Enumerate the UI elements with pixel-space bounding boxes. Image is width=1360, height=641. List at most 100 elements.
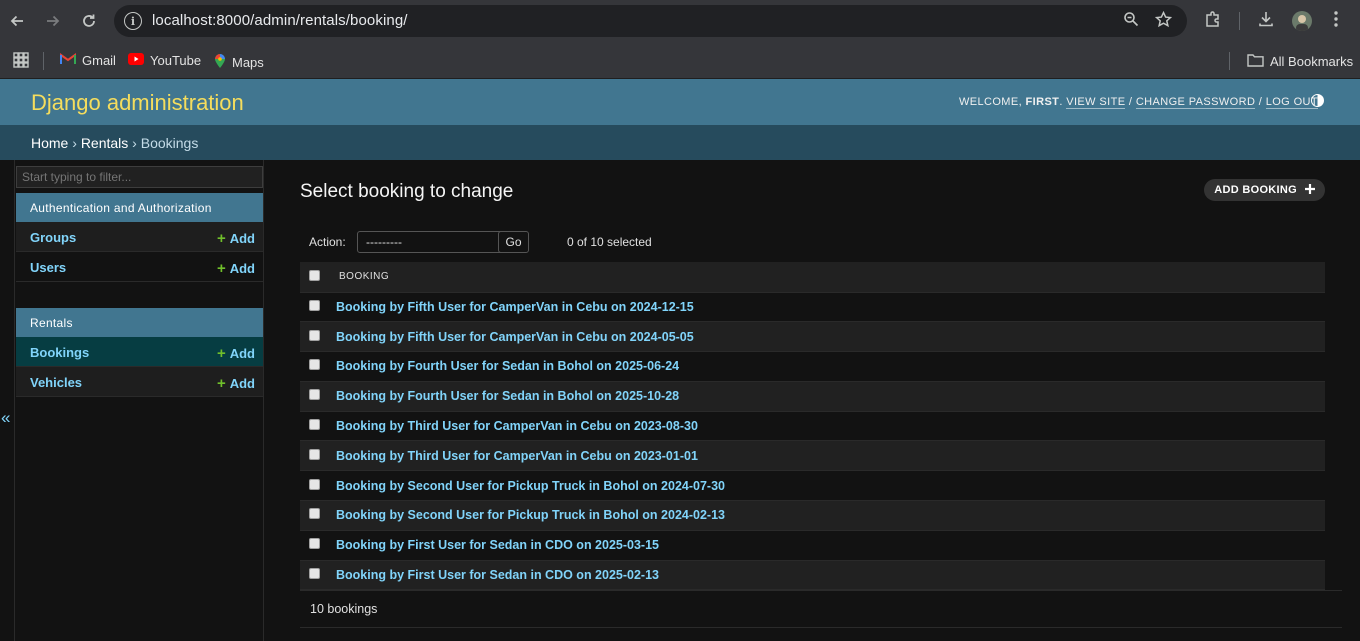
row-checkbox[interactable] (309, 389, 320, 401)
view-site-link[interactable]: View site (1066, 96, 1126, 109)
sidebar-item-groups: Groups + Add (16, 222, 263, 252)
extensions-icon[interactable] (1204, 10, 1222, 33)
booking-cell: Booking by First User for Sedan in CDO o… (336, 560, 1325, 591)
reload-icon[interactable] (77, 9, 101, 33)
row-checkbox[interactable] (309, 508, 320, 520)
back-arrow-icon[interactable] (5, 9, 29, 33)
theme-toggle-icon[interactable] (1311, 94, 1324, 107)
plus-icon: + (216, 375, 226, 392)
row-checkbox-cell (300, 381, 336, 412)
booking-cell: Booking by Fourth User for Sedan in Boho… (336, 381, 1325, 412)
add-users-link[interactable]: + Add (217, 260, 255, 277)
row-checkbox[interactable] (309, 329, 320, 341)
breadcrumb-separator: › (132, 135, 137, 151)
table-row: Booking by Fifth User for CamperVan in C… (300, 292, 1325, 323)
browser-toolbar: i localhost:8000/admin/rentals/booking/ (0, 0, 1360, 42)
model-link-users[interactable]: Users (30, 260, 66, 275)
model-link-vehicles[interactable]: Vehicles (30, 375, 82, 390)
add-label: Add (229, 261, 255, 276)
sidebar-item-users: Users + Add (16, 252, 263, 282)
bookmark-label: YouTube (150, 53, 202, 68)
zoom-icon[interactable] (1123, 11, 1139, 32)
admin-header: Django administration Welcome, First. Vi… (0, 79, 1360, 125)
column-header-booking[interactable]: Booking (336, 262, 1325, 293)
log-out-link[interactable]: Log out (1265, 96, 1318, 109)
booking-cell: Booking by Third User for CamperVan in C… (336, 411, 1325, 442)
download-icon[interactable] (1257, 10, 1275, 33)
plus-icon (1305, 183, 1315, 197)
add-groups-link[interactable]: + Add (217, 230, 255, 247)
address-bar[interactable]: i localhost:8000/admin/rentals/booking/ (114, 5, 1187, 37)
changelist-content: Select booking to change Add booking Act… (300, 160, 1342, 641)
all-bookmarks-button[interactable]: All Bookmarks (1247, 53, 1353, 70)
main-area: « Authentication and Authorization Group… (0, 160, 1360, 641)
booking-link[interactable]: Booking by Second User for Pickup Truck … (336, 508, 725, 522)
folder-icon (1247, 53, 1264, 70)
booking-cell: Booking by First User for Sedan in CDO o… (336, 530, 1325, 561)
select-all-checkbox[interactable] (309, 269, 320, 281)
booking-link[interactable]: Booking by Third User for CamperVan in C… (336, 419, 698, 433)
booking-cell: Booking by Second User for Pickup Truck … (336, 470, 1325, 502)
bookmark-gmail[interactable]: Gmail (60, 53, 116, 68)
row-checkbox[interactable] (309, 299, 320, 311)
row-checkbox[interactable] (309, 448, 320, 460)
forward-arrow-icon[interactable] (41, 9, 65, 33)
app-caption-auth[interactable]: Authentication and Authorization (16, 193, 263, 222)
booking-link[interactable]: Booking by Second User for Pickup Truck … (336, 479, 725, 493)
plus-icon: + (216, 345, 226, 362)
bookmark-star-icon[interactable] (1154, 10, 1173, 33)
bookmark-label: Gmail (82, 53, 116, 68)
booking-link[interactable]: Booking by Third User for CamperVan in C… (336, 449, 698, 463)
more-menu-icon[interactable] (1333, 10, 1339, 33)
site-branding[interactable]: Django administration (31, 90, 244, 116)
apps-grid-icon[interactable] (13, 52, 29, 68)
row-checkbox-cell (300, 500, 336, 531)
bookmarks-divider (43, 52, 44, 70)
booking-link[interactable]: Booking by Fifth User for CamperVan in C… (336, 330, 694, 344)
gmail-icon (60, 53, 76, 68)
booking-cell: Booking by Fourth User for Sedan in Boho… (336, 351, 1325, 382)
booking-link[interactable]: Booking by Fifth User for CamperVan in C… (336, 300, 694, 314)
go-button[interactable]: Go (498, 231, 529, 253)
row-checkbox[interactable] (309, 359, 320, 371)
selection-counter: 0 of 10 selected (567, 235, 652, 249)
model-link-bookings[interactable]: Bookings (30, 345, 89, 360)
app-caption-rentals[interactable]: Rentals (16, 308, 263, 337)
plus-icon: + (216, 260, 226, 277)
booking-cell: Booking by Fifth User for CamperVan in C… (336, 292, 1325, 323)
add-bookings-link[interactable]: + Add (217, 345, 255, 362)
breadcrumb-home[interactable]: Home (31, 135, 68, 151)
row-checkbox[interactable] (309, 419, 320, 431)
booking-link[interactable]: Booking by First User for Sedan in CDO o… (336, 568, 659, 582)
model-link-groups[interactable]: Groups (30, 230, 76, 245)
add-vehicles-link[interactable]: + Add (217, 375, 255, 392)
plus-icon: + (216, 230, 226, 247)
toggle-sidebar-button[interactable]: « (0, 160, 15, 641)
change-password-link[interactable]: Change password (1135, 96, 1256, 109)
collapse-icon: « (1, 408, 11, 427)
table-row: Booking by Second User for Pickup Truck … (300, 500, 1325, 531)
nav-filter-input[interactable] (16, 166, 263, 188)
site-info-icon[interactable]: i (124, 12, 142, 30)
action-label: Action: (309, 235, 346, 249)
booking-link[interactable]: Booking by Fourth User for Sedan in Boho… (336, 359, 679, 373)
add-booking-button[interactable]: Add booking (1204, 179, 1325, 201)
booking-link[interactable]: Booking by Fourth User for Sedan in Boho… (336, 389, 679, 403)
bookmarks-bar: Gmail YouTube Maps All Bookmarks (0, 42, 1360, 79)
bookmark-youtube[interactable]: YouTube (128, 53, 201, 68)
url-text[interactable]: localhost:8000/admin/rentals/booking/ (152, 12, 408, 29)
row-checkbox[interactable] (309, 478, 320, 490)
row-checkbox[interactable] (309, 568, 320, 580)
row-checkbox-cell (300, 292, 336, 323)
bookmark-maps[interactable]: Maps (214, 53, 264, 72)
profile-avatar[interactable] (1292, 11, 1312, 31)
breadcrumb: Home › Rentals › Bookings (0, 125, 1360, 160)
booking-link[interactable]: Booking by First User for Sedan in CDO o… (336, 538, 659, 552)
row-checkbox[interactable] (309, 538, 320, 550)
breadcrumb-rentals[interactable]: Rentals (81, 135, 128, 151)
row-checkbox-cell (300, 530, 336, 561)
row-checkbox-cell (300, 440, 336, 472)
select-all-cell (300, 262, 336, 293)
welcome-text: Welcome, (958, 96, 1023, 108)
user-tools: Welcome, First. View site / Change passw… (958, 96, 1318, 109)
